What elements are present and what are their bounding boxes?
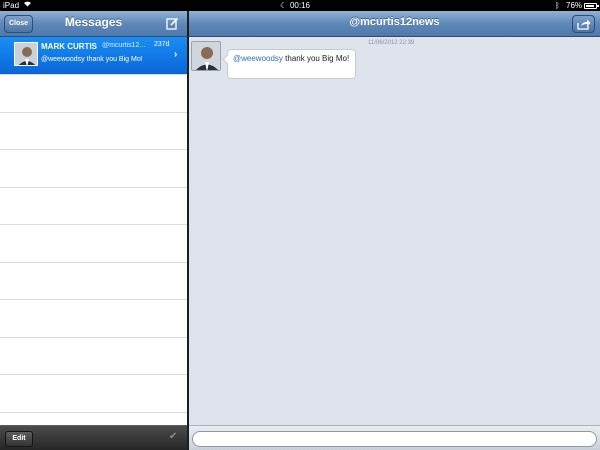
messages-panel: Close Messages MARK CURTIS @mcurtis12...…	[0, 11, 187, 450]
checkmark-icon[interactable]: ✔	[169, 431, 177, 442]
conversation-row[interactable]: MARK CURTIS @mcurtis12... 237d @weewoods…	[0, 37, 187, 74]
chevron-right-icon: ›	[174, 49, 178, 60]
edit-button[interactable]: Edit	[5, 431, 33, 447]
status-bar: iPad ☾ 00:16 ᛒ 76%	[0, 0, 600, 11]
messages-toolbar: Edit ✔	[0, 425, 187, 450]
message-timestamp: 11/06/2012 22:39	[368, 40, 415, 46]
compose-icon[interactable]	[166, 17, 179, 30]
row-divider	[0, 262, 187, 263]
message-age: 237d	[154, 41, 170, 48]
status-time: 00:16	[289, 1, 311, 10]
avatar	[14, 42, 38, 66]
message-preview: @weewoodsy thank you Big Mo!	[41, 56, 143, 63]
message-text: thank you Big Mo!	[282, 54, 350, 63]
bluetooth-icon: ᛒ	[555, 1, 560, 10]
conversation-title: @mcurtis12news	[349, 16, 440, 28]
row-divider	[0, 149, 187, 150]
share-icon	[577, 19, 591, 30]
messages-title: Messages	[64, 15, 123, 29]
row-divider	[0, 337, 187, 338]
row-divider	[0, 187, 187, 188]
row-divider	[0, 299, 187, 300]
sender-handle: @mcurtis12...	[102, 42, 146, 49]
message-input[interactable]	[192, 431, 597, 447]
close-button[interactable]: Close	[4, 15, 33, 33]
share-button[interactable]	[572, 15, 595, 33]
messages-nav-bar: Close Messages	[0, 11, 187, 37]
row-divider	[0, 74, 187, 75]
row-divider	[0, 224, 187, 225]
row-divider	[0, 112, 187, 113]
sender-name: MARK CURTIS	[41, 42, 97, 51]
message-bubble: @weewoodsy thank you Big Mo!	[227, 49, 356, 79]
battery-icon	[584, 3, 599, 9]
mention-link[interactable]: @weewoodsy	[233, 54, 283, 63]
compose-bar	[189, 425, 600, 450]
battery-percent: 76%	[566, 1, 583, 10]
conversation-nav-bar: @mcurtis12news	[189, 11, 600, 37]
conversation-list: MARK CURTIS @mcurtis12... 237d @weewoods…	[0, 37, 187, 425]
row-divider	[0, 374, 187, 375]
avatar[interactable]	[191, 41, 221, 71]
row-divider	[0, 412, 187, 413]
conversation-panel: @mcurtis12news 11/06/2012 22:39 @weewood…	[189, 11, 600, 450]
